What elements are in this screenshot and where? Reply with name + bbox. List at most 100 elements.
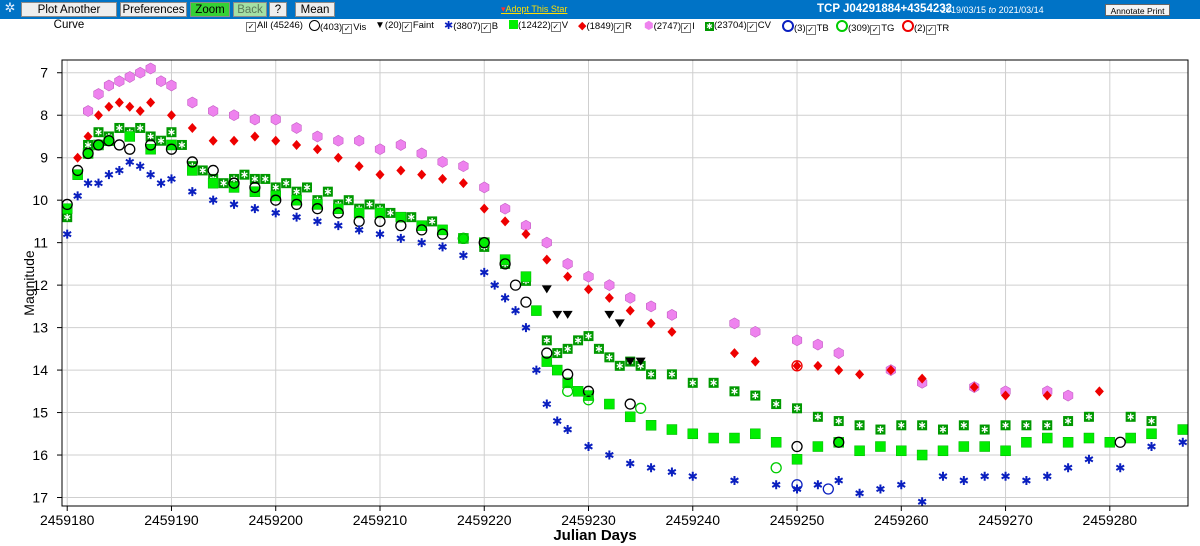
data-point bbox=[645, 300, 657, 313]
data-point bbox=[645, 420, 657, 431]
data-point bbox=[302, 182, 313, 193]
data-point bbox=[604, 398, 615, 410]
x-tick-label: 2459270 bbox=[978, 512, 1033, 528]
y-tick-label: 11 bbox=[33, 235, 48, 251]
data-point bbox=[103, 79, 114, 92]
data-point bbox=[1125, 411, 1136, 422]
data-point bbox=[573, 335, 584, 346]
data-point bbox=[458, 160, 469, 173]
y-axis-label: Magnitude bbox=[21, 250, 37, 316]
data-point bbox=[791, 454, 803, 465]
data-point bbox=[750, 428, 761, 440]
data-point bbox=[1104, 437, 1116, 448]
data-point bbox=[208, 105, 219, 117]
data-point bbox=[1063, 389, 1074, 402]
data-point bbox=[354, 134, 365, 147]
data-point bbox=[583, 270, 594, 283]
data-point bbox=[1063, 416, 1074, 427]
data-point bbox=[896, 445, 907, 457]
data-point bbox=[1062, 437, 1074, 448]
data-point bbox=[520, 271, 532, 282]
data-point bbox=[729, 432, 740, 444]
data-point bbox=[854, 420, 865, 431]
data-point bbox=[854, 445, 865, 457]
data-point bbox=[687, 377, 698, 388]
data-point bbox=[771, 399, 782, 410]
data-point bbox=[552, 348, 563, 359]
data-point bbox=[83, 105, 94, 117]
data-point bbox=[406, 212, 417, 223]
data-point bbox=[562, 343, 573, 354]
plot-area bbox=[62, 60, 1188, 506]
data-point bbox=[541, 236, 552, 249]
data-point bbox=[427, 216, 438, 227]
data-point bbox=[604, 279, 615, 291]
data-point bbox=[833, 416, 844, 427]
data-point bbox=[708, 432, 719, 444]
y-tick-label: 13 bbox=[32, 320, 48, 336]
data-point bbox=[93, 127, 104, 138]
data-point bbox=[791, 334, 803, 347]
data-point bbox=[114, 75, 125, 88]
data-point bbox=[917, 420, 928, 431]
data-point bbox=[1021, 437, 1032, 448]
data-point bbox=[593, 343, 604, 354]
data-point bbox=[614, 360, 625, 371]
data-point bbox=[729, 386, 740, 397]
data-point bbox=[239, 169, 250, 180]
data-point bbox=[708, 377, 719, 388]
data-point bbox=[166, 79, 177, 92]
data-point bbox=[1177, 424, 1189, 435]
y-tick-label: 9 bbox=[40, 150, 48, 166]
x-tick-label: 2459260 bbox=[874, 512, 929, 528]
data-point bbox=[291, 122, 302, 134]
data-point bbox=[207, 177, 219, 189]
data-point bbox=[916, 449, 928, 461]
data-point bbox=[770, 437, 782, 448]
data-point bbox=[312, 130, 323, 143]
data-point bbox=[333, 134, 344, 147]
data-point bbox=[229, 109, 240, 122]
data-point bbox=[187, 96, 198, 109]
data-point bbox=[270, 113, 281, 126]
data-point bbox=[551, 364, 563, 376]
y-tick-label: 15 bbox=[32, 405, 48, 421]
data-point bbox=[624, 411, 636, 423]
data-point bbox=[124, 131, 136, 142]
data-point bbox=[385, 207, 396, 218]
data-point bbox=[1083, 411, 1094, 422]
data-point bbox=[114, 122, 125, 133]
data-point bbox=[875, 441, 886, 452]
light-curve-chart[interactable]: 2459180 2459190 2459200 2459210 2459220 24592… bbox=[0, 0, 1200, 546]
y-tick-label: 14 bbox=[32, 362, 48, 378]
data-point bbox=[562, 258, 573, 270]
data-point bbox=[197, 165, 208, 176]
data-point bbox=[1000, 420, 1011, 431]
data-point bbox=[1042, 432, 1053, 444]
data-point bbox=[541, 335, 552, 346]
data-point bbox=[896, 420, 907, 431]
data-point bbox=[750, 325, 761, 338]
data-point bbox=[750, 390, 761, 401]
data-point bbox=[479, 181, 490, 194]
data-point bbox=[281, 178, 292, 189]
data-point bbox=[416, 147, 427, 160]
data-point bbox=[93, 88, 104, 100]
x-tick-label: 2459180 bbox=[40, 512, 95, 528]
data-point bbox=[343, 195, 354, 206]
data-point bbox=[1021, 420, 1032, 431]
data-point bbox=[364, 199, 375, 210]
data-point bbox=[604, 352, 615, 363]
data-point bbox=[1000, 445, 1011, 457]
data-point bbox=[1042, 420, 1053, 431]
data-point bbox=[729, 317, 740, 330]
x-tick-label: 2459230 bbox=[561, 512, 616, 528]
data-point bbox=[437, 156, 448, 168]
data-point bbox=[374, 143, 386, 156]
data-point bbox=[958, 441, 970, 452]
data-point bbox=[156, 135, 167, 146]
data-point bbox=[979, 441, 990, 452]
data-point bbox=[1125, 432, 1136, 444]
x-tick-label: 2459200 bbox=[248, 512, 303, 528]
data-point bbox=[958, 420, 969, 431]
